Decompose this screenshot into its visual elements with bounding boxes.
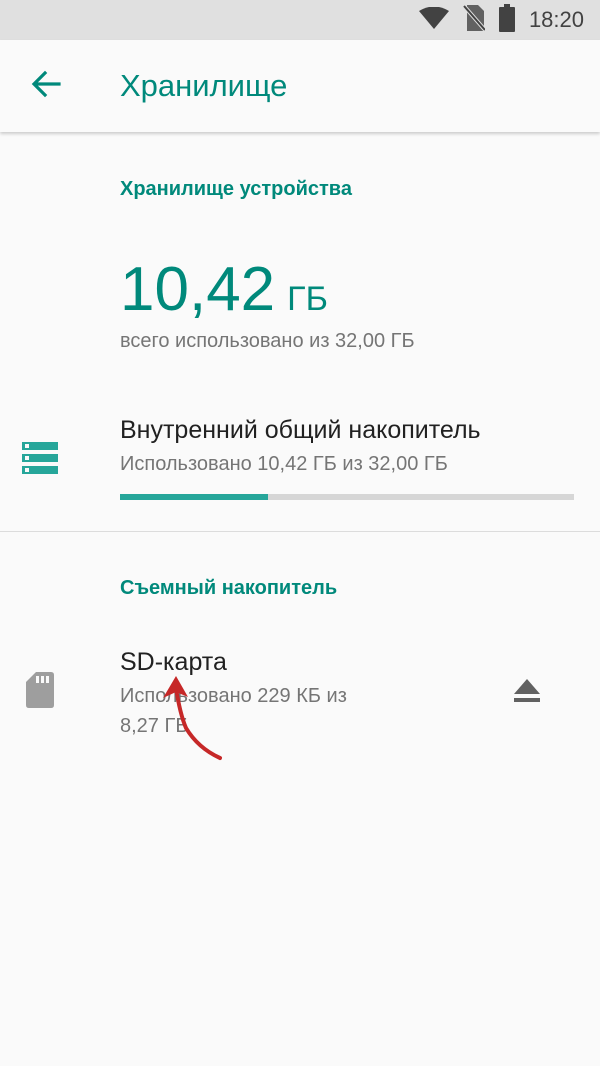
used-value: 10,42: [120, 255, 276, 324]
page-title: Хранилище: [120, 68, 288, 103]
storage-icon: [22, 442, 58, 479]
storage-progress-bar: [120, 494, 574, 500]
removable-storage-header: Съемный накопитель: [120, 577, 338, 599]
internal-storage-item[interactable]: Внутренний общий накопитель Использовано…: [0, 400, 600, 520]
eject-button[interactable]: [508, 676, 546, 710]
status-bar: 18:20: [0, 0, 600, 40]
app-bar: Хранилище: [0, 40, 600, 132]
no-sim-icon: [462, 4, 487, 36]
battery-icon: [498, 3, 515, 37]
used-unit: ГБ: [287, 280, 328, 318]
sd-card-icon: [26, 672, 54, 713]
storage-progress-fill: [120, 494, 268, 500]
annotation-arrow-icon: [163, 676, 222, 760]
status-icons: 18:20: [418, 0, 584, 40]
status-time: 18:20: [528, 7, 584, 32]
device-storage-header: Хранилище устройства: [120, 178, 352, 200]
divider: [0, 531, 600, 532]
internal-storage-subtitle: Использовано 10,42 ГБ из 32,00 ГБ: [120, 453, 448, 475]
internal-storage-title: Внутренний общий накопитель: [120, 416, 481, 444]
back-button[interactable]: [26, 66, 66, 106]
used-total: 10,42 ГБ: [120, 254, 328, 325]
wifi-icon: [418, 6, 449, 34]
arrow-back-icon: [31, 70, 61, 103]
used-summary: всего использовано из 32,00 ГБ: [120, 330, 415, 352]
eject-icon: [514, 678, 540, 708]
